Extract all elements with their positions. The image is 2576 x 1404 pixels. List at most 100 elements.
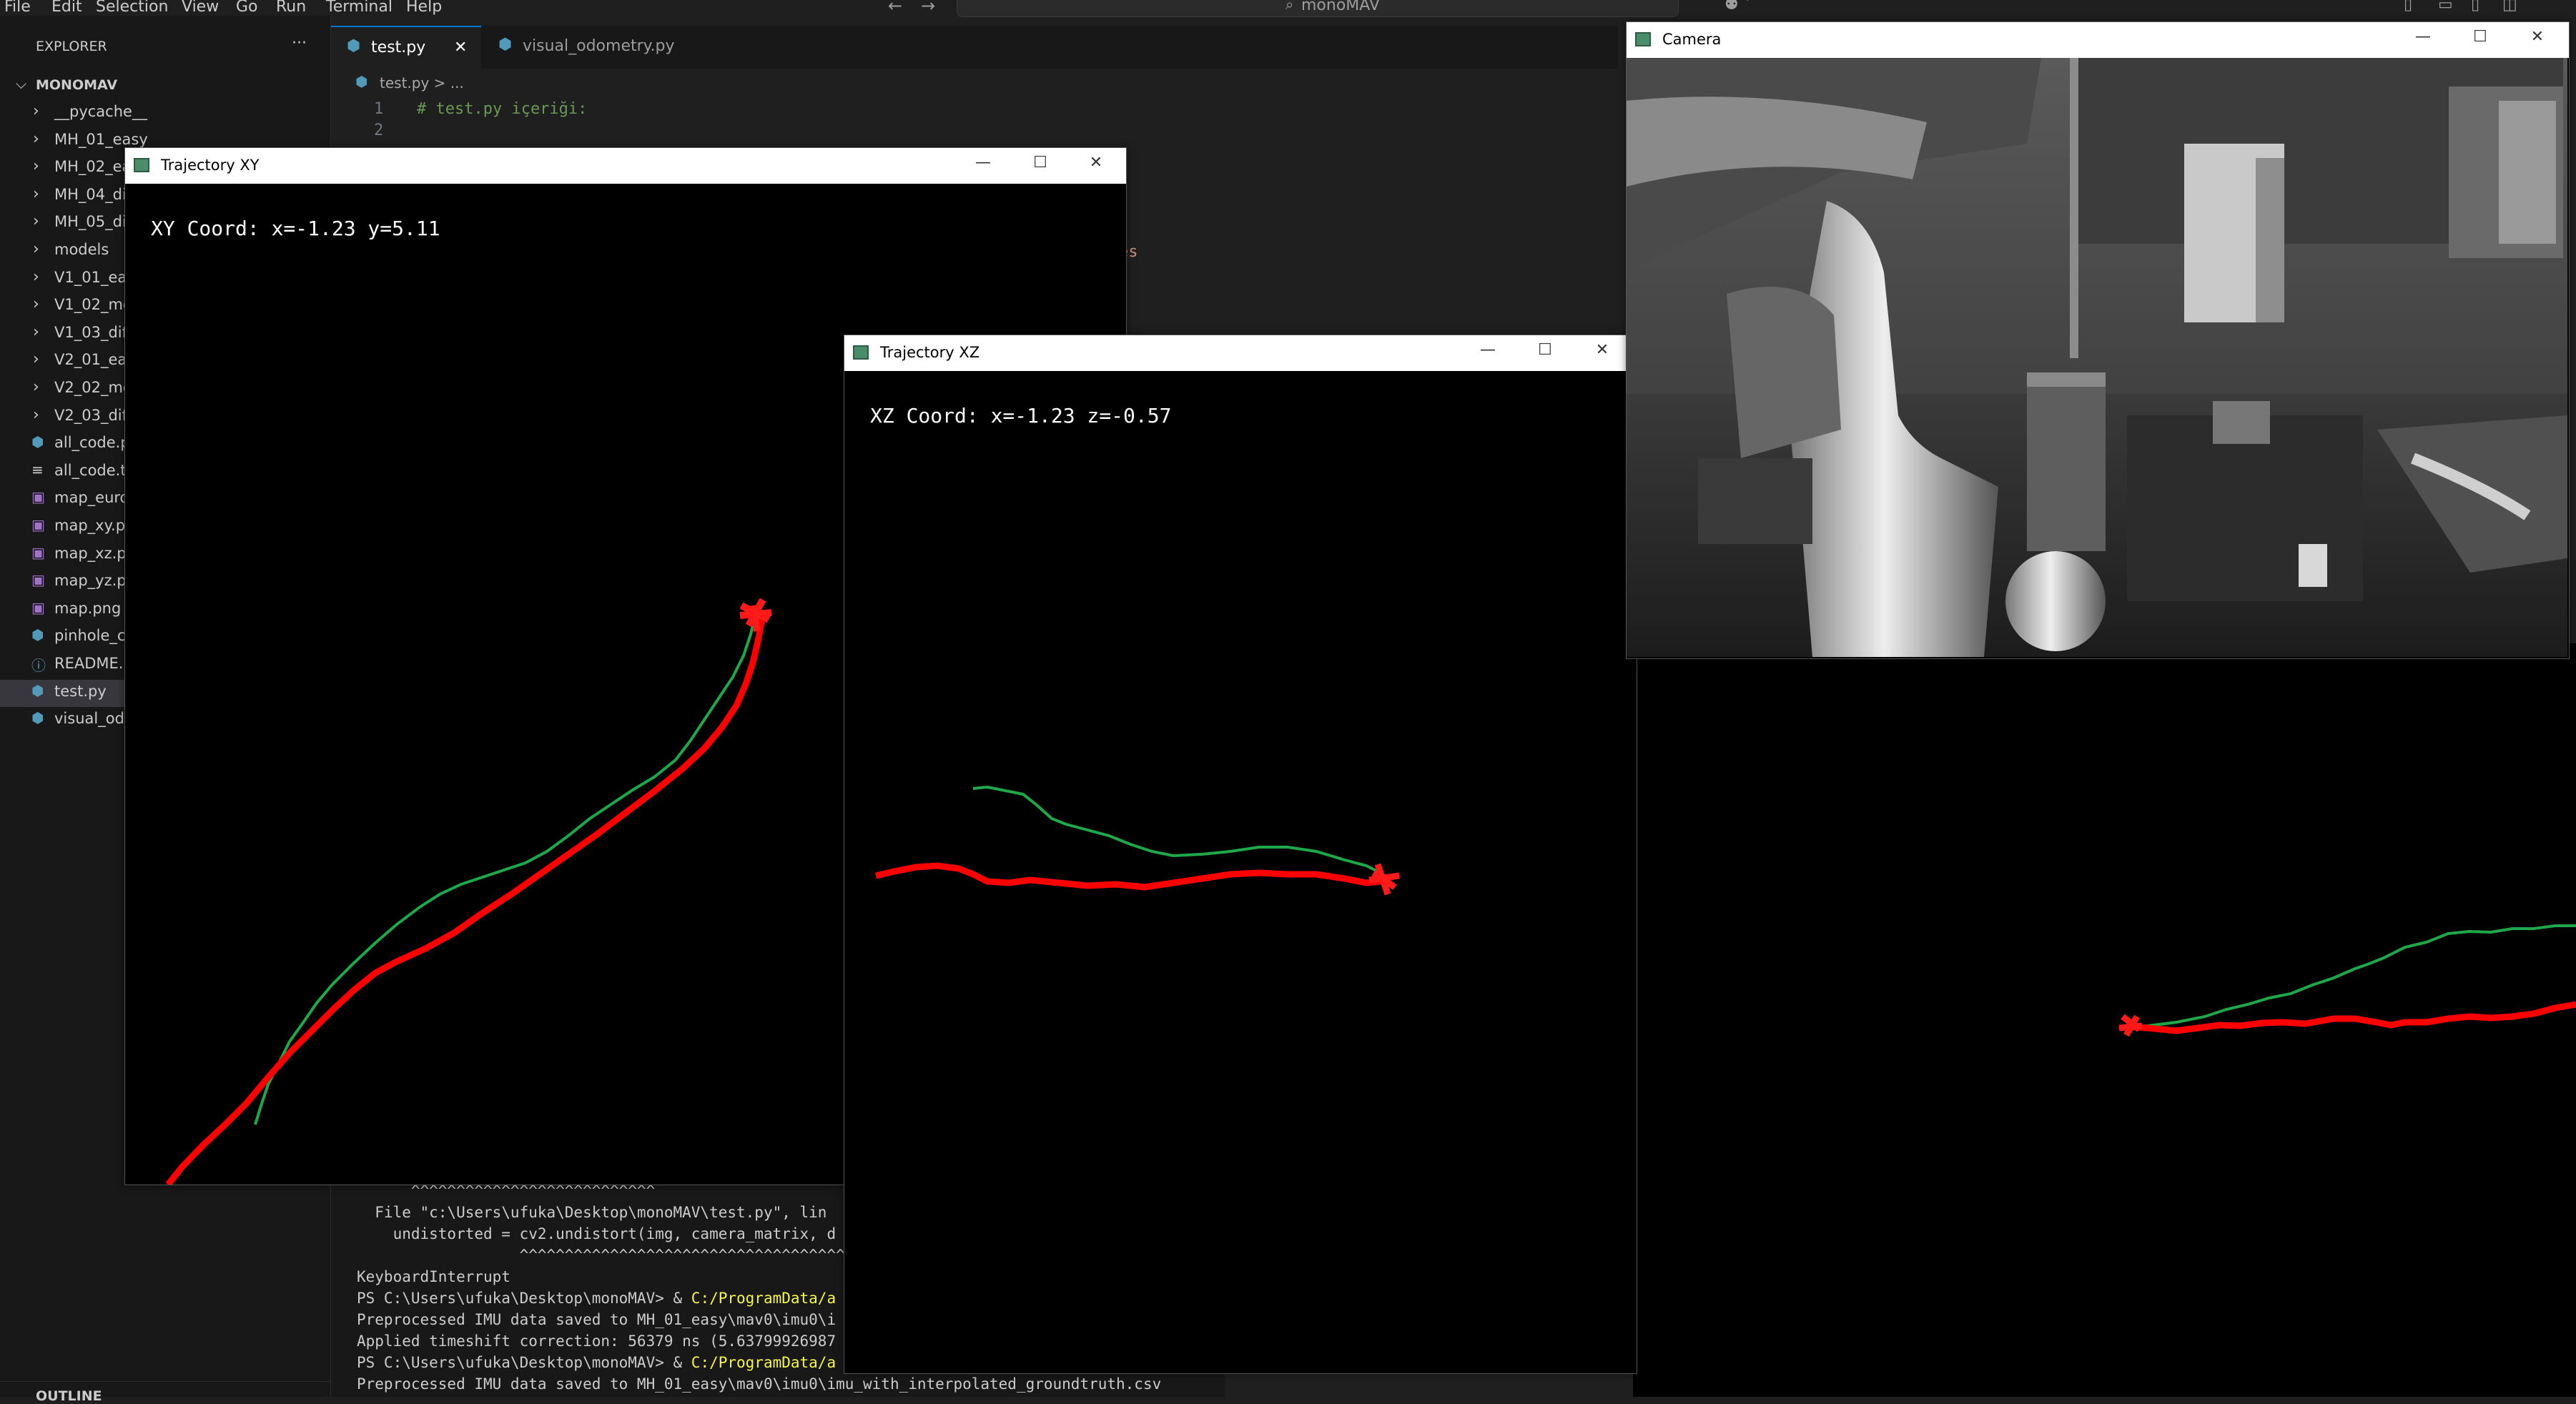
- explorer-header: EXPLORER: [36, 39, 107, 54]
- chevron-right-icon: ›: [33, 102, 39, 120]
- python-file-icon: ⬢: [31, 709, 44, 727]
- terminal-path-highlight: C:/ProgramData/a: [691, 1290, 837, 1307]
- maximize-icon[interactable]: ☐: [2466, 28, 2494, 52]
- chevron-right-icon: ›: [33, 322, 39, 341]
- chevron-right-icon: ›: [33, 212, 39, 231]
- camera-window[interactable]: Camera — ☐ ✕: [1626, 21, 2570, 659]
- terminal-line: PS C:\Users\ufuka\Desktop\monoMAV> & C:/…: [357, 1354, 836, 1371]
- ground-truth-path: [972, 785, 1381, 874]
- menu-terminal[interactable]: Terminal: [326, 0, 393, 16]
- estimated-path: [874, 862, 1381, 891]
- toggle-panel-icon[interactable]: ▭: [2438, 0, 2453, 14]
- line-number: 1: [374, 100, 384, 118]
- tree-item-label: V1_01_eas: [54, 268, 135, 286]
- breadcrumb[interactable]: test.py > ...: [380, 74, 464, 92]
- menu-bar: File Edit Selection View Go Run Terminal…: [0, 0, 2576, 17]
- menu-selection[interactable]: Selection: [96, 0, 168, 16]
- terminal-line-text: Preprocessed IMU data saved to MH_01_eas…: [357, 1375, 1162, 1393]
- info-file-icon: ⓘ: [31, 657, 46, 674]
- chevron-down-icon: ⌵: [16, 75, 27, 92]
- tree-item-label: map_xy.pn: [54, 517, 135, 534]
- menu-edit[interactable]: Edit: [51, 0, 82, 16]
- tab-label: visual_odometry.py: [523, 37, 675, 55]
- current-position-marker: [2118, 1014, 2143, 1037]
- tree-item-label: models: [54, 241, 109, 258]
- outline-header[interactable]: OUTLINE: [36, 1388, 102, 1404]
- window-titlebar[interactable]: Camera — ☐ ✕: [1627, 22, 2569, 58]
- tree-item-label: visual_odo: [54, 710, 134, 728]
- tree-item-label: V2_01_eas: [54, 351, 135, 369]
- close-icon[interactable]: ✕: [2523, 28, 2552, 52]
- chevron-right-icon: ›: [33, 129, 39, 148]
- tab-visual-odometry[interactable]: ⬢ visual_odometry.py: [483, 26, 675, 69]
- toggle-secondary-sidebar-icon[interactable]: ▯: [2471, 0, 2479, 14]
- ground-truth-path: [2126, 924, 2576, 1028]
- image-file-icon: ▣: [31, 488, 45, 506]
- chevron-right-icon: ›: [33, 240, 39, 258]
- image-file-icon: ▣: [31, 598, 45, 616]
- back-arrow-icon[interactable]: ←: [888, 0, 902, 16]
- tree-item-label: test.py: [54, 682, 107, 700]
- terminal-line-text: PS C:\Users\ufuka\Desktop\monoMAV> &: [357, 1290, 691, 1307]
- terminal-line: Applied timeshift correction: 56379 ns (…: [357, 1333, 836, 1350]
- terminal-line: undistorted = cv2.undistort(img, camera_…: [357, 1225, 837, 1242]
- terminal-line-text: undistorted = cv2.undistort(img, camera_…: [357, 1225, 837, 1242]
- window-title: Camera: [1662, 31, 1722, 48]
- tree-item-label: README.r: [54, 655, 130, 672]
- terminal-line-text: KeyboardInterrupt: [357, 1268, 510, 1285]
- menu-run[interactable]: Run: [276, 0, 306, 16]
- image-file-icon: ▣: [31, 516, 45, 533]
- terminal-line: ^^^^^^^^^^^^^^^^^^^^^^^^^^^^^^^^^^^^^^^: [357, 1247, 872, 1264]
- tab-test-py[interactable]: ⬢ test.py ✕: [331, 26, 481, 70]
- menu-file[interactable]: File: [4, 0, 31, 16]
- terminal-line-text: Applied timeshift correction: 56379 ns (…: [357, 1333, 837, 1350]
- chevron-right-icon: ›: [33, 295, 39, 314]
- tree-item-label: map_yz.pn: [54, 572, 136, 590]
- code-line-1: # test.py içeriği:: [417, 100, 588, 118]
- image-file-icon: ▣: [31, 543, 45, 561]
- trajectory-xz-window[interactable]: Trajectory XZ — ☐ ✕ XZ Coord: x=-1.23 z=…: [844, 335, 1637, 1374]
- editor-tab-bar: ⬢ test.py ✕ ⬢ visual_odometry.py: [331, 26, 1618, 70]
- terminal-line: KeyboardInterrupt: [357, 1268, 510, 1285]
- tree-item-label: V1_03_dif: [54, 323, 128, 341]
- terminal-line-text: File "c:\Users\ufuka\Desktop\monoMAV\tes…: [357, 1204, 827, 1221]
- search-icon: ⌕: [1285, 0, 1294, 13]
- workspace-root[interactable]: ⌵ MONOMAV: [0, 73, 330, 100]
- outline-divider: [0, 1381, 330, 1382]
- python-file-icon: ⬢: [355, 73, 368, 90]
- menu-view[interactable]: View: [182, 0, 219, 16]
- terminal-line: File "c:\Users\ufuka\Desktop\monoMAV\tes…: [357, 1204, 826, 1221]
- tree-item-label: MH_05_di: [54, 213, 127, 231]
- toggle-sidebar-icon[interactable]: ▯: [2404, 0, 2412, 14]
- line-number: 2: [374, 122, 384, 139]
- python-file-icon: ⬢: [498, 36, 513, 54]
- terminal-path-highlight: C:/ProgramData/a: [691, 1354, 837, 1371]
- current-position-marker: [739, 598, 772, 632]
- camera-frame-image: [1627, 58, 2567, 657]
- tree-item-label: MH_01_easy: [54, 130, 148, 148]
- chevron-right-icon: ›: [33, 378, 39, 396]
- ground-truth-path: [254, 605, 759, 1125]
- menu-go[interactable]: Go: [236, 0, 258, 16]
- tree-item-label: MH_04_di: [54, 185, 127, 203]
- python-file-icon: ⬢: [31, 681, 44, 699]
- more-actions-icon[interactable]: ···: [292, 34, 307, 52]
- terminal-line: Preprocessed IMU data saved to MH_01_eas…: [357, 1311, 836, 1328]
- minimize-icon[interactable]: —: [2409, 28, 2437, 52]
- python-file-icon: ⬢: [347, 37, 361, 55]
- terminal-line: PS C:\Users\ufuka\Desktop\monoMAV> & C:/…: [357, 1290, 836, 1307]
- terminal-line-text: Preprocessed IMU data saved to MH_01_eas…: [357, 1311, 837, 1328]
- copilot-icon[interactable]: ⚉ ˅: [1724, 0, 1752, 14]
- python-file-icon: ⬢: [31, 626, 44, 644]
- terminal-line: Preprocessed IMU data saved to MH_01_eas…: [357, 1375, 1161, 1393]
- tree-item-label: __pycache__: [54, 103, 147, 120]
- customize-layout-icon[interactable]: ◫: [2502, 0, 2517, 14]
- close-icon[interactable]: ✕: [454, 39, 467, 56]
- menu-help[interactable]: Help: [406, 0, 442, 16]
- python-file-icon: ⬢: [31, 433, 44, 451]
- tree-item-label: map_euro: [54, 489, 129, 507]
- tree-item-label: all_code.tx: [54, 461, 136, 479]
- tree-item-label: V2_03_dif: [54, 406, 128, 424]
- forward-arrow-icon[interactable]: →: [921, 0, 935, 16]
- tree-folder[interactable]: › __pycache__: [0, 100, 330, 127]
